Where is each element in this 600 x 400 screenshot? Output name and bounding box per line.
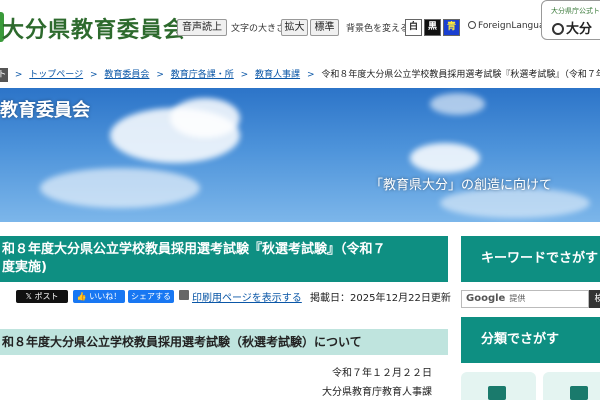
breadcrumb-home-marker: ト — [0, 68, 8, 82]
breadcrumb-separator: > — [14, 70, 23, 80]
breadcrumb-board-of-education[interactable]: 教育委員会 — [104, 70, 149, 80]
cloud-shape — [40, 168, 200, 208]
facebook-like-label: いいね！ — [89, 292, 122, 301]
published-date: 掲載日：2025年12月22日更新 — [310, 293, 451, 304]
official-site-caption: 大分県庁公式ト — [551, 7, 600, 15]
breadcrumb-separator: > — [306, 70, 315, 80]
breadcrumb: ト > トップページ > 教育委員会 > 教育庁各課・所 > 教育人事課 > 令… — [0, 64, 600, 86]
voice-read-button[interactable]: 音声読上 — [177, 19, 227, 36]
bg-blue-button[interactable]: 青 — [443, 19, 460, 36]
category-icon — [570, 386, 588, 400]
search-input[interactable]: Google 提供 — [461, 290, 589, 308]
section-heading: 和８年度大分県公立学校教員採用選考試験（秋選考試験）について — [0, 329, 448, 355]
breadcrumb-separator: > — [90, 70, 98, 80]
official-site-link[interactable]: 大分県庁公式ト 大分 — [541, 0, 600, 40]
breadcrumb-separator: > — [156, 70, 164, 80]
breadcrumb-top-page[interactable]: トップページ — [29, 70, 83, 80]
breadcrumb-current: 令和８年度大分県公立学校教員採用選考試験『秋選考試験』（令和７年度実施） — [321, 70, 600, 80]
breadcrumb-departments[interactable]: 教育庁各課・所 — [171, 70, 234, 80]
banner-slogan: 「教育県大分」の創造に向けて — [370, 178, 553, 193]
banner-title: 教育委員会 — [0, 100, 90, 121]
google-brand: Google — [466, 293, 506, 304]
notice-organization: 大分県教育庁教育人事課 — [322, 387, 432, 398]
facebook-share-button[interactable]: シェアする — [128, 290, 174, 303]
globe-icon — [468, 21, 476, 29]
enlarge-text-button[interactable]: 拡大 — [281, 19, 308, 36]
category-search-heading: 分類でさがす — [461, 317, 600, 363]
school-icon — [488, 386, 506, 400]
breadcrumb-personnel-division[interactable]: 教育人事課 — [255, 70, 300, 80]
search-placeholder: 提供 — [509, 294, 526, 303]
cloud-shape — [410, 143, 480, 173]
printer-icon — [179, 290, 189, 300]
category-tile-school[interactable] — [461, 372, 536, 400]
cloud-shape — [430, 93, 485, 115]
x-post-button[interactable]: 𝕏 ポスト — [16, 290, 68, 303]
search-button[interactable]: 検 — [589, 290, 600, 308]
bg-color-label: 背景色を変える — [346, 24, 409, 34]
bg-white-button[interactable]: 白 — [405, 19, 422, 36]
prefecture-logo-icon — [552, 23, 564, 35]
x-post-label: ポスト — [34, 292, 59, 301]
breadcrumb-separator: > — [240, 70, 249, 80]
facebook-like-button[interactable]: 👍 いいね！ — [73, 290, 125, 303]
hero-banner: 教育委員会 「教育県大分」の創造に向けて — [0, 88, 600, 222]
site-title[interactable]: 大分県教育委員会 — [2, 12, 186, 44]
standard-text-button[interactable]: 標準 — [310, 19, 339, 36]
text-size-label: 文字の大きさ — [231, 24, 286, 34]
keyword-search-heading: キーワードでさがす — [461, 236, 600, 282]
notice-date: 令和７年１２月２２日 — [332, 368, 432, 379]
site-header: 大分県教育委員会 音声読上 文字の大きさ 拡大 標準 背景色を変える 白 黒 青… — [0, 0, 600, 60]
page-title: 和８年度大分県公立学校教員採用選考試験『秋選考試験』（令和７ 度実施) — [0, 236, 448, 282]
official-site-name: 大分 — [552, 18, 592, 37]
page-title-line1: 和８年度大分県公立学校教員採用選考試験『秋選考試験』（令和７ — [2, 242, 386, 257]
cloud-shape — [170, 98, 240, 138]
page-title-line2: 度実施) — [2, 260, 47, 275]
category-tile-other[interactable] — [543, 372, 600, 400]
official-site-name-text: 大分 — [566, 22, 593, 37]
print-page-link[interactable]: 印刷用ページを表示する — [192, 289, 302, 304]
bg-black-button[interactable]: 黒 — [424, 19, 441, 36]
